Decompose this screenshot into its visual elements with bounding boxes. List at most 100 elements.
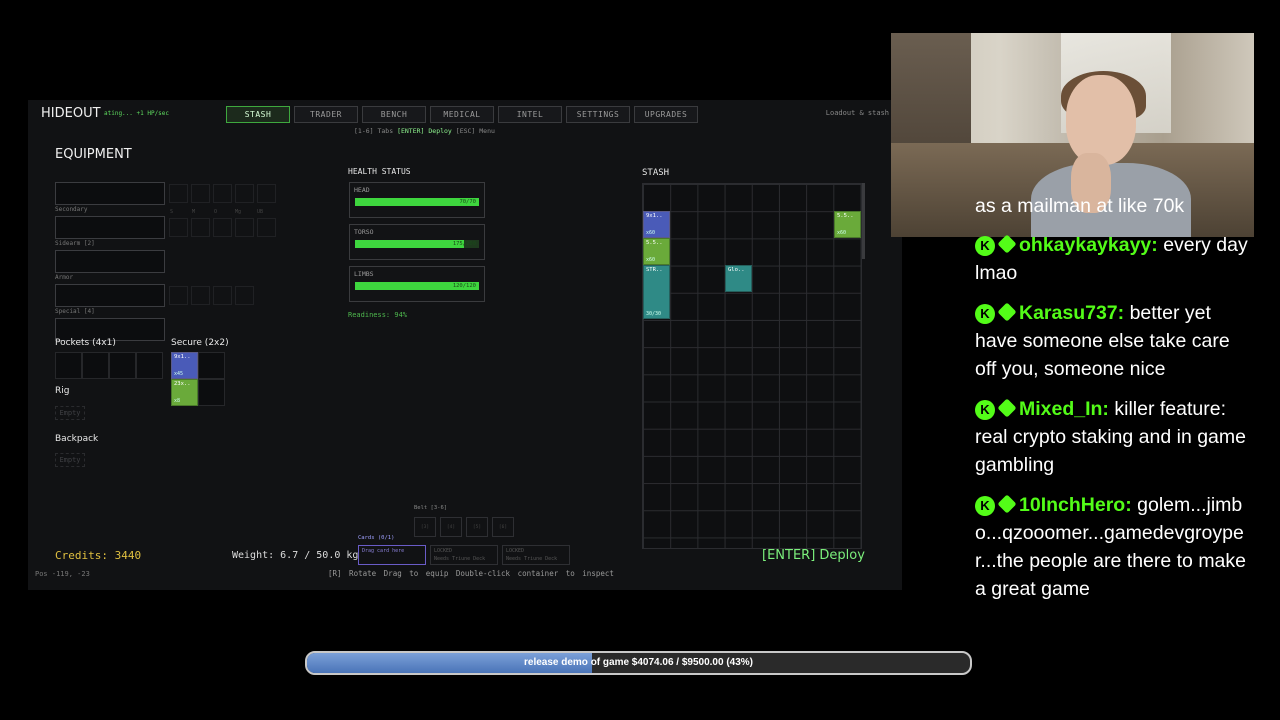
health-torso: TORSO 175/200	[349, 224, 485, 260]
attachment-slot[interactable]	[235, 286, 254, 305]
attachment-slot[interactable]	[235, 218, 254, 237]
attachment-slot[interactable]	[257, 184, 276, 203]
attachment-slot[interactable]	[235, 184, 254, 203]
attachment-slot[interactable]	[213, 286, 232, 305]
stash-item[interactable]: 5.5.. x60	[643, 238, 670, 265]
tabs-key-hint: [1-6] Tabs	[354, 127, 394, 135]
pocket-slot[interactable]	[109, 352, 136, 379]
pocket-slot[interactable]	[82, 352, 109, 379]
item-name: STR..	[646, 267, 663, 273]
chat-message: Kohkaykaykayy: every day lmao	[975, 231, 1255, 287]
tab-stash[interactable]: STASH	[226, 106, 290, 123]
sidearm-slot[interactable]	[55, 250, 165, 273]
attachment-slot[interactable]	[169, 218, 188, 237]
stash-item[interactable]: STR.. 30/30	[643, 265, 670, 319]
tab-settings[interactable]: SETTINGS	[566, 106, 630, 123]
backpack-slot[interactable]: Empty	[55, 453, 85, 467]
tab-trader[interactable]: TRADER	[294, 106, 358, 123]
card-drop-slot[interactable]: Drag card here	[358, 545, 426, 565]
health-part-name: LIMBS	[354, 270, 374, 278]
attachment-slot[interactable]	[213, 218, 232, 237]
deploy-key-hint: [ENTER] Deploy	[397, 127, 452, 135]
secure-slot[interactable]	[198, 379, 225, 406]
stash-item[interactable]: 9x1.. x60	[643, 211, 670, 238]
item-name: 5.5..	[646, 240, 663, 246]
keybind-hint: [1-6] Tabs [ENTER] Deploy [ESC] Menu	[354, 127, 495, 135]
chat-message: K 10InchHero: golem...jimbo...qzooomer...…	[975, 491, 1255, 603]
deploy-button[interactable]: [ENTER] Deploy	[762, 548, 865, 563]
credits-display: Credits: 3440	[55, 549, 142, 562]
stash-grid[interactable]: 9x1.. x60 5.5.. x60 STR.. 30/30 Glo.. 5.…	[642, 183, 862, 549]
item-count: x60	[646, 230, 656, 236]
diamond-badge-icon	[997, 234, 1017, 254]
status-text: ating... +1 HP/sec	[104, 110, 170, 117]
goal-text: release demo of game $4074.06 / $9500.00…	[523, 657, 754, 668]
attachment-slot[interactable]	[191, 218, 210, 237]
chat-username: Mixed_In:	[1019, 398, 1109, 420]
chat-overlay: as a mailman at like 70k Kohkaykaykayy: …	[975, 196, 1255, 636]
platform-badge-icon: K	[975, 400, 995, 420]
item-name: 23x..	[174, 381, 191, 387]
secure-item-ammo[interactable]: 9x1.. x45	[171, 352, 198, 379]
game-window: HIDEOUT ating... +1 HP/sec STASH TRADER …	[28, 100, 902, 590]
stash-item[interactable]: 5.5.. x60	[834, 211, 861, 238]
item-count: x60	[837, 230, 847, 236]
equipment-title: EQUIPMENT	[55, 147, 132, 162]
health-head: HEAD 70/70	[349, 182, 485, 218]
secure-slot[interactable]	[198, 352, 225, 379]
belt-slot[interactable]: [5]	[466, 517, 488, 537]
belt-slot[interactable]: [3]	[414, 517, 436, 537]
pockets-title: Pockets (4x1)	[55, 338, 116, 348]
attachment-slot[interactable]	[169, 286, 188, 305]
chat-message-partial: as a mailman at like 70k	[975, 196, 1185, 217]
chat-message: K Mixed_In: killer feature: real crypto s…	[975, 395, 1255, 479]
card-locked-slot: LOCKED Needs Triune Deck	[430, 545, 498, 565]
loadout-hint: Loadout & stash	[825, 109, 889, 117]
attachment-slot[interactable]	[257, 218, 276, 237]
tab-bench[interactable]: BENCH	[362, 106, 426, 123]
attachment-label: O	[214, 209, 218, 215]
armor-slot[interactable]	[55, 284, 165, 307]
chat-username: 10InchHero:	[1019, 494, 1132, 516]
belt-slot[interactable]: [4]	[440, 517, 462, 537]
secondary-weapon-slot[interactable]	[55, 216, 165, 239]
chat-username: Karasu737:	[1019, 302, 1125, 324]
belt-slot[interactable]: [6]	[492, 517, 514, 537]
platform-badge-icon: K	[975, 496, 995, 516]
diamond-badge-icon	[997, 494, 1017, 514]
belt-label: Belt [3-6]	[414, 505, 448, 511]
attachment-slot[interactable]	[213, 184, 232, 203]
cards-label: Cards (0/1)	[358, 535, 395, 541]
attachment-slot[interactable]	[169, 184, 188, 203]
pocket-slot[interactable]	[136, 352, 163, 379]
primary-weapon-slot[interactable]	[55, 182, 165, 205]
rig-title: Rig	[55, 386, 70, 396]
control-hints: [R] Rotate Drag to equip Double-click co…	[328, 569, 614, 578]
tab-intel[interactable]: INTEL	[498, 106, 562, 123]
card-line: LOCKED	[434, 548, 453, 554]
card-line: Needs Triune Deck	[434, 556, 486, 562]
tab-medical[interactable]: MEDICAL	[430, 106, 494, 123]
attachment-label: M	[192, 209, 196, 215]
pocket-slot[interactable]	[55, 352, 82, 379]
card-line: Drag card here	[362, 548, 405, 554]
donation-goal-bar: release demo of game $4074.06 / $9500.00…	[305, 651, 972, 675]
menu-key-hint: [ESC] Menu	[455, 127, 495, 135]
stash-item[interactable]: Glo..	[725, 265, 752, 292]
chat-username: ohkaykaykayy:	[1019, 234, 1158, 256]
rig-slot[interactable]: Empty	[55, 406, 85, 420]
stash-scrollbar[interactable]	[862, 183, 865, 259]
diamond-badge-icon	[997, 398, 1017, 418]
attachment-slot[interactable]	[191, 286, 210, 305]
health-part-name: HEAD	[354, 186, 370, 194]
sidearm-label: Sidearm [2]	[55, 240, 95, 247]
platform-badge-icon: K	[975, 236, 995, 256]
health-part-name: TORSO	[354, 228, 374, 236]
secure-item-ammo[interactable]: 23x.. x8	[171, 379, 198, 406]
platform-badge-icon: K	[975, 304, 995, 324]
tab-upgrades[interactable]: UPGRADES	[634, 106, 698, 123]
item-count: x8	[174, 398, 181, 404]
secondary-label: Secondary	[55, 206, 88, 213]
attachment-slot[interactable]	[191, 184, 210, 203]
backpack-title: Backpack	[55, 434, 99, 444]
